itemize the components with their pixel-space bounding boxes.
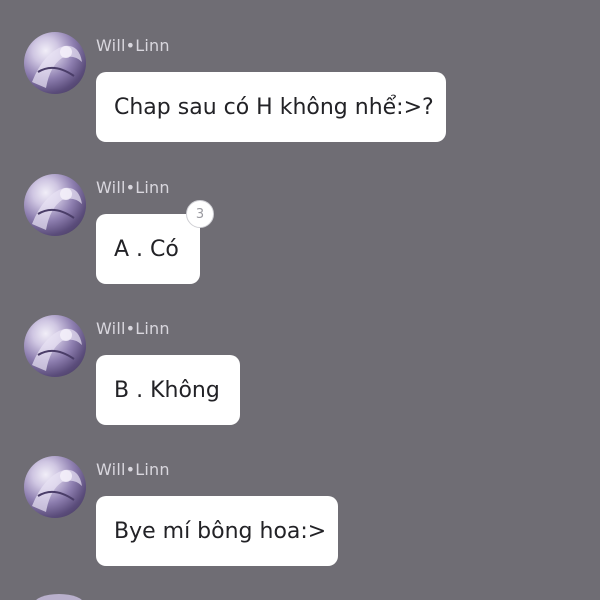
avatar[interactable] [24,456,86,518]
chat-thread: Will•Linn Chap sau có H không nhể:>? Wil… [0,0,600,600]
avatar[interactable] [24,32,86,94]
avatar[interactable] [24,315,86,377]
message-bubble[interactable]: Chap sau có H không nhể:>? [96,72,446,142]
avatar[interactable] [34,594,84,600]
sender-name: Will•Linn [96,319,170,338]
avatar[interactable] [24,174,86,236]
message-bubble[interactable]: B . Không [96,355,240,425]
sender-name: Will•Linn [96,178,170,197]
message-bubble[interactable]: Bye mí bông hoa:> [96,496,338,566]
message-bubble[interactable]: A . Có [96,214,200,284]
sender-name: Will•Linn [96,36,170,55]
sender-name: Will•Linn [96,460,170,479]
reaction-count-badge[interactable]: 3 [186,200,214,228]
